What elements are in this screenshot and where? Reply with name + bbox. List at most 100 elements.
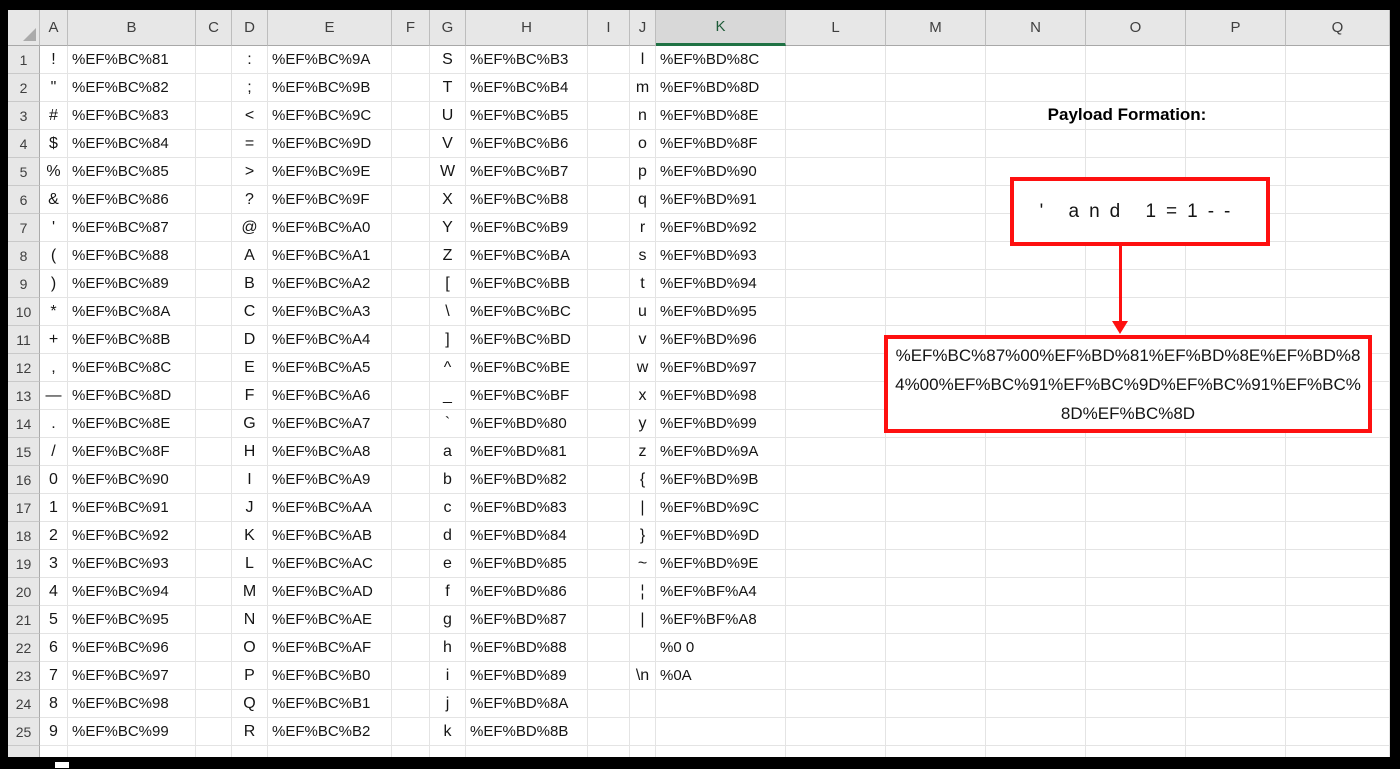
cell-C21[interactable]	[196, 606, 232, 634]
row-header-7[interactable]: 7	[8, 214, 40, 242]
cell-N9[interactable]	[986, 270, 1086, 298]
cell-A22[interactable]: 6	[40, 634, 68, 662]
cell-P18[interactable]	[1186, 522, 1286, 550]
cell-H5[interactable]: %EF%BC%B7	[466, 158, 588, 186]
cell-L26-partial[interactable]	[786, 746, 886, 757]
cell-K20[interactable]: %EF%BF%A4	[656, 578, 786, 606]
cell-E8[interactable]: %EF%BC%A1	[268, 242, 392, 270]
cell-K12[interactable]: %EF%BD%97	[656, 354, 786, 382]
row-header-23[interactable]: 23	[8, 662, 40, 690]
row-header-26-partial[interactable]	[8, 746, 40, 757]
cell-P17[interactable]	[1186, 494, 1286, 522]
row-header-1[interactable]: 1	[8, 46, 40, 74]
cell-I11[interactable]	[588, 326, 630, 354]
cell-F15[interactable]	[392, 438, 430, 466]
cell-J1[interactable]: l	[630, 46, 656, 74]
cell-A24[interactable]: 8	[40, 690, 68, 718]
cell-B26-partial[interactable]	[68, 746, 196, 757]
cell-B12[interactable]: %EF%BC%8C	[68, 354, 196, 382]
cell-I24[interactable]	[588, 690, 630, 718]
cell-G7[interactable]: Y	[430, 214, 466, 242]
cell-E13[interactable]: %EF%BC%A6	[268, 382, 392, 410]
cell-G1[interactable]: S	[430, 46, 466, 74]
cell-H21[interactable]: %EF%BD%87	[466, 606, 588, 634]
cell-L22[interactable]	[786, 634, 886, 662]
cell-G5[interactable]: W	[430, 158, 466, 186]
row-header-18[interactable]: 18	[8, 522, 40, 550]
cell-E5[interactable]: %EF%BC%9E	[268, 158, 392, 186]
cell-I10[interactable]	[588, 298, 630, 326]
cell-E11[interactable]: %EF%BC%A4	[268, 326, 392, 354]
cell-J13[interactable]: x	[630, 382, 656, 410]
cell-I26-partial[interactable]	[588, 746, 630, 757]
cell-A2[interactable]: "	[40, 74, 68, 102]
cell-G10[interactable]: \	[430, 298, 466, 326]
cell-H3[interactable]: %EF%BC%B5	[466, 102, 588, 130]
cell-K8[interactable]: %EF%BD%93	[656, 242, 786, 270]
cell-C20[interactable]	[196, 578, 232, 606]
cell-G24[interactable]: j	[430, 690, 466, 718]
cell-C6[interactable]	[196, 186, 232, 214]
cell-H16[interactable]: %EF%BD%82	[466, 466, 588, 494]
cell-E6[interactable]: %EF%BC%9F	[268, 186, 392, 214]
cell-A20[interactable]: 4	[40, 578, 68, 606]
cell-D8[interactable]: A	[232, 242, 268, 270]
row-header-21[interactable]: 21	[8, 606, 40, 634]
cell-O9[interactable]	[1086, 270, 1186, 298]
cell-K11[interactable]: %EF%BD%96	[656, 326, 786, 354]
row-header-10[interactable]: 10	[8, 298, 40, 326]
cell-C13[interactable]	[196, 382, 232, 410]
cell-Q22[interactable]	[1286, 634, 1390, 662]
cell-A26-partial[interactable]	[40, 746, 68, 757]
cell-J21[interactable]: |	[630, 606, 656, 634]
cell-J8[interactable]: s	[630, 242, 656, 270]
cell-N22[interactable]	[986, 634, 1086, 662]
cell-K25[interactable]	[656, 718, 786, 746]
cell-K10[interactable]: %EF%BD%95	[656, 298, 786, 326]
cell-N21[interactable]	[986, 606, 1086, 634]
cell-L19[interactable]	[786, 550, 886, 578]
cell-M7[interactable]	[886, 214, 986, 242]
column-header-C[interactable]: C	[196, 10, 232, 46]
cell-F21[interactable]	[392, 606, 430, 634]
cell-G19[interactable]: e	[430, 550, 466, 578]
cell-E24[interactable]: %EF%BC%B1	[268, 690, 392, 718]
cell-J9[interactable]: t	[630, 270, 656, 298]
cell-B23[interactable]: %EF%BC%97	[68, 662, 196, 690]
cell-N10[interactable]	[986, 298, 1086, 326]
cell-J10[interactable]: u	[630, 298, 656, 326]
cell-O24[interactable]	[1086, 690, 1186, 718]
cell-Q20[interactable]	[1286, 578, 1390, 606]
cell-L17[interactable]	[786, 494, 886, 522]
cell-F12[interactable]	[392, 354, 430, 382]
cell-G13[interactable]: _	[430, 382, 466, 410]
cell-O18[interactable]	[1086, 522, 1186, 550]
cell-P10[interactable]	[1186, 298, 1286, 326]
cell-J26-partial[interactable]	[630, 746, 656, 757]
cell-B7[interactable]: %EF%BC%87	[68, 214, 196, 242]
cell-F1[interactable]	[392, 46, 430, 74]
column-header-B[interactable]: B	[68, 10, 196, 46]
cell-I14[interactable]	[588, 410, 630, 438]
cell-N24[interactable]	[986, 690, 1086, 718]
cell-H15[interactable]: %EF%BD%81	[466, 438, 588, 466]
cell-J17[interactable]: |	[630, 494, 656, 522]
cell-F11[interactable]	[392, 326, 430, 354]
cell-O17[interactable]	[1086, 494, 1186, 522]
cell-B3[interactable]: %EF%BC%83	[68, 102, 196, 130]
cell-E22[interactable]: %EF%BC%AF	[268, 634, 392, 662]
cell-D21[interactable]: N	[232, 606, 268, 634]
cell-I19[interactable]	[588, 550, 630, 578]
cell-B4[interactable]: %EF%BC%84	[68, 130, 196, 158]
cell-M22[interactable]	[886, 634, 986, 662]
cell-D23[interactable]: P	[232, 662, 268, 690]
cell-F3[interactable]	[392, 102, 430, 130]
row-header-5[interactable]: 5	[8, 158, 40, 186]
cell-O21[interactable]	[1086, 606, 1186, 634]
cell-G11[interactable]: ]	[430, 326, 466, 354]
cell-A21[interactable]: 5	[40, 606, 68, 634]
cell-M18[interactable]	[886, 522, 986, 550]
cell-L7[interactable]	[786, 214, 886, 242]
row-header-9[interactable]: 9	[8, 270, 40, 298]
cell-M16[interactable]	[886, 466, 986, 494]
